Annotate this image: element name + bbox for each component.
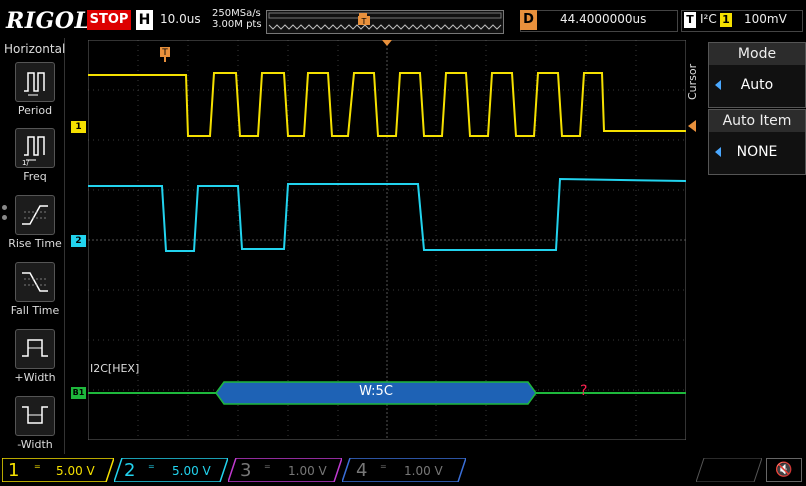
measure-period-button[interactable]: Period xyxy=(6,62,64,117)
memory-depth: 3.00M pts xyxy=(212,19,262,30)
mode-value: Auto xyxy=(740,77,774,93)
horizontal-badge: H xyxy=(136,10,153,30)
mode-title: Mode xyxy=(709,43,805,65)
channel-2-coupling-icon: = xyxy=(148,462,155,471)
decoder-offset-marker[interactable]: B1 xyxy=(71,387,86,399)
trigger-position-marker: T xyxy=(357,11,371,26)
negative-width-label: -Width xyxy=(17,438,53,451)
measure-freq-button[interactable]: 1/ Freq xyxy=(6,128,64,183)
speaker-mute-icon[interactable]: 🔇 xyxy=(766,458,802,482)
left-arrow-icon xyxy=(715,147,721,157)
fall-time-icon xyxy=(15,262,55,302)
delay-badge: D xyxy=(520,10,537,30)
brand-logo: RIGOL xyxy=(6,8,91,34)
channel-4-number: 4 xyxy=(356,460,368,481)
delay-value: 44.4000000us xyxy=(560,12,647,26)
run-stop-indicator[interactable]: STOP xyxy=(87,10,131,30)
timebase-value[interactable]: 10.0us xyxy=(160,12,201,26)
blank-status-slot xyxy=(695,457,763,483)
auto-item-softkey[interactable]: Auto Item NONE xyxy=(708,109,806,175)
channel-1-scale: 5.00 V xyxy=(56,464,95,478)
channel-2-number: 2 xyxy=(124,460,136,481)
memory-position-bar[interactable] xyxy=(266,10,504,34)
svg-text:T: T xyxy=(361,17,367,26)
channel-2-scale: 5.00 V xyxy=(172,464,211,478)
fall-time-label: Fall Time xyxy=(10,304,60,317)
rise-time-label: Rise Time xyxy=(8,237,62,250)
measure-fall-time-button[interactable]: Fall Time xyxy=(6,262,64,317)
period-label: Period xyxy=(17,104,53,117)
trigger-channel: 1 xyxy=(720,13,732,27)
acquisition-info: 250MSa/s 3.00M pts xyxy=(212,8,262,30)
menu-title: Horizontal xyxy=(4,42,66,56)
waveform-display[interactable]: T xyxy=(87,39,687,441)
channel-3-scale: 1.00 V xyxy=(288,464,327,478)
trigger-badge: T xyxy=(684,12,696,28)
measure-positive-width-button[interactable]: +Width xyxy=(6,329,64,384)
freq-label: Freq xyxy=(23,170,47,183)
ch1-offset-marker[interactable]: 1 xyxy=(71,121,86,133)
positive-width-icon xyxy=(15,329,55,369)
channel-4-scale: 1.00 V xyxy=(404,464,443,478)
cursor-vertical-label: Cursor xyxy=(686,63,699,100)
trigger-level-marker-icon[interactable] xyxy=(688,120,696,132)
center-marker-icon xyxy=(382,40,392,46)
channel-3-number: 3 xyxy=(240,460,252,481)
cursor-mode-softkey[interactable]: Mode Auto xyxy=(708,42,806,108)
channel-3-coupling-icon: = xyxy=(264,462,271,471)
sample-rate: 250MSa/s xyxy=(212,8,261,19)
trigger-level: 100mV xyxy=(744,12,787,26)
channel-4-coupling-icon: = xyxy=(380,462,387,471)
decode-error-mark: ? xyxy=(580,383,588,399)
positive-width-label: +Width xyxy=(14,371,56,384)
auto-item-title: Auto Item xyxy=(709,110,805,132)
svg-text:T: T xyxy=(161,48,168,58)
auto-item-value: NONE xyxy=(736,144,778,160)
channel-1-coupling-icon: = xyxy=(34,462,41,471)
decoder-label: I2C[HEX] xyxy=(90,362,140,375)
channel-1-number: 1 xyxy=(8,460,20,481)
rise-time-icon xyxy=(15,195,55,235)
ch2-offset-marker[interactable]: 2 xyxy=(71,235,86,247)
svg-text:1/: 1/ xyxy=(22,159,29,167)
waveform-canvas: T xyxy=(87,39,687,441)
left-arrow-icon xyxy=(715,80,721,90)
freq-icon: 1/ xyxy=(15,128,55,168)
decoded-packet-text: W:5C xyxy=(359,384,393,399)
trigger-source: I²C xyxy=(700,12,717,26)
measure-rise-time-button[interactable]: Rise Time xyxy=(6,195,64,250)
memory-waveform-preview xyxy=(268,12,502,30)
period-icon xyxy=(15,62,55,102)
negative-width-icon xyxy=(15,396,55,436)
measure-negative-width-button[interactable]: -Width xyxy=(6,396,64,451)
